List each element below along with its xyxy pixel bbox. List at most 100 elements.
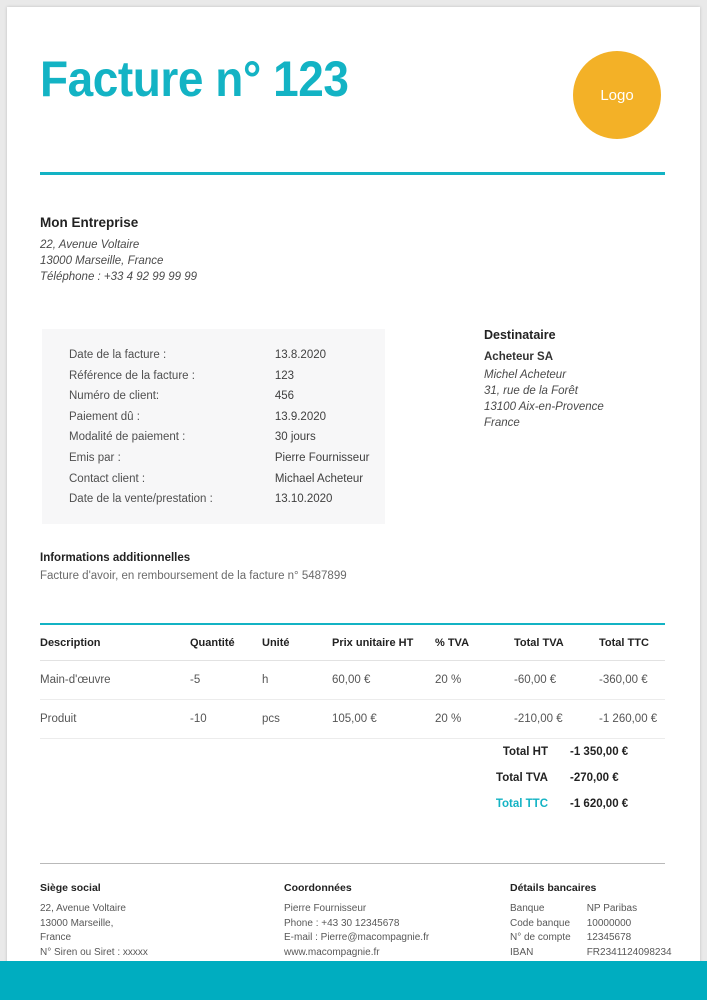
- column-header-description: Description: [40, 623, 190, 661]
- cell-quantity: -10: [190, 699, 262, 739]
- footer-website-line: www.macompagnie.fr: [284, 946, 380, 958]
- recipient-country: France: [484, 417, 520, 429]
- table-row: Date de la vente/prestation : 13.10.2020: [69, 493, 369, 514]
- table-row: Banque NP Paribas: [510, 902, 672, 917]
- meta-label: Paiement dû :: [69, 410, 140, 423]
- meta-value: 13.8.2020: [274, 349, 327, 361]
- bank-label: IBAN: [510, 946, 534, 958]
- cell-unit: h: [262, 660, 332, 700]
- table-row: Numéro de client: 456: [69, 390, 369, 411]
- recipient-block: Destinataire Acheteur SA Michel Acheteur…: [484, 328, 604, 431]
- total-row-ttc: Total TTC -1 620,00 €: [398, 798, 665, 824]
- total-ttc-label: Total TTC: [495, 798, 548, 810]
- bank-label: N° de compte: [510, 932, 571, 943]
- meta-label: Emis par :: [69, 451, 121, 464]
- bank-value: NP Paribas: [586, 903, 638, 914]
- column-header-vat-total: Total TVA: [514, 623, 599, 661]
- issuer-phone-line: Téléphone : +33 4 92 99 99 99: [40, 271, 197, 283]
- footer-contact: Coordonnées Pierre Fournisseur Phone : +…: [284, 882, 429, 960]
- bank-label: Banque: [510, 903, 545, 914]
- issuer-name: Mon Entreprise: [40, 215, 139, 230]
- cell-description: Produit: [40, 699, 190, 739]
- issuer-address-line: 22, Avenue Voltaire: [40, 239, 140, 251]
- header-divider: [40, 172, 665, 175]
- bottom-accent-bar: [0, 961, 707, 1000]
- line-items-section: Description Quantité Unité Prix unitaire…: [40, 623, 665, 739]
- issuer-address-line: 13000 Marseille, France: [40, 255, 164, 267]
- total-ttc-value: -1 620,00 €: [570, 798, 629, 810]
- bank-value: FR2341124098234: [586, 946, 672, 958]
- total-tva-value: -270,00 €: [570, 772, 619, 784]
- cell-unit: pcs: [262, 699, 332, 739]
- bank-label: Code banque: [510, 917, 571, 929]
- table-row: Référence de la facture : 123: [69, 370, 369, 391]
- column-header-unit-price: Prix unitaire HT: [332, 623, 435, 661]
- table-row: N° de compte 12345678: [510, 931, 672, 946]
- invoice-page: Facture n° 123 Logo Mon Entreprise 22, A…: [7, 7, 700, 993]
- recipient-company: Acheteur SA: [484, 351, 554, 363]
- invoice-meta-table: Date de la facture : 13.8.2020 Référence…: [69, 349, 369, 514]
- total-ht-value: -1 350,00 €: [570, 746, 629, 758]
- company-logo: Logo: [573, 51, 661, 139]
- invoice-header: Facture n° 123 Logo: [7, 7, 700, 157]
- footer-divider: [40, 863, 665, 864]
- meta-value: 30 jours: [274, 431, 316, 444]
- column-header-total-ttc: Total TTC: [599, 623, 665, 661]
- footer-line: 22, Avenue Voltaire: [40, 903, 126, 914]
- footer-heading-coordonnees: Coordonnées: [284, 882, 352, 894]
- recipient-address-line: 13100 Aix-en-Provence: [484, 401, 604, 413]
- footer-heading-siege: Siège social: [40, 882, 101, 894]
- cell-description: Main-d'œuvre: [40, 660, 190, 700]
- cell-unit-price: 60,00 €: [332, 660, 435, 700]
- meta-value: Pierre Fournisseur: [274, 451, 370, 464]
- column-header-quantity: Quantité: [190, 623, 262, 661]
- column-header-vat-rate: % TVA: [435, 623, 514, 661]
- meta-value: 13.10.2020: [274, 493, 333, 506]
- table-row: Code banque 10000000: [510, 917, 672, 932]
- recipient-contact: Michel Acheteur: [484, 369, 567, 381]
- footer-heading-bank: Détails bancaires: [510, 882, 597, 894]
- table-row: Contact client : Michael Acheteur: [69, 473, 369, 494]
- cell-vat-rate: 20 %: [435, 699, 514, 739]
- recipient-heading: Destinataire: [484, 328, 556, 342]
- additional-info-block: Informations additionnelles Facture d'av…: [40, 552, 347, 582]
- table-row: Emis par : Pierre Fournisseur: [69, 452, 369, 473]
- totals-section: Total HT -1 350,00 € Total TVA -270,00 €…: [40, 746, 665, 824]
- cell-vat-total: -60,00 €: [514, 660, 599, 700]
- line-items-table: Description Quantité Unité Prix unitaire…: [40, 623, 665, 739]
- column-header-unit: Unité: [262, 623, 332, 661]
- total-row-ht: Total HT -1 350,00 €: [398, 746, 665, 772]
- table-row: Modalité de paiement : 30 jours: [69, 431, 369, 452]
- cell-total-ttc: -1 260,00 €: [599, 699, 665, 739]
- meta-label: Modalité de paiement :: [69, 431, 186, 444]
- total-row-tva: Total TVA -270,00 €: [398, 772, 665, 798]
- bank-value: 10000000: [586, 917, 632, 929]
- meta-value: 13.9.2020: [274, 410, 327, 423]
- meta-value: 456: [274, 390, 295, 403]
- table-row: Main-d'œuvre -5 h 60,00 € 20 % -60,00 € …: [40, 660, 665, 700]
- meta-label: Date de la facture :: [69, 349, 167, 361]
- table-row: IBAN FR2341124098234: [510, 946, 672, 961]
- table-row: Paiement dû : 13.9.2020: [69, 411, 369, 432]
- meta-value: Michael Acheteur: [274, 472, 364, 485]
- meta-value: 123: [274, 369, 295, 382]
- invoice-meta-box: Date de la facture : 13.8.2020 Référence…: [42, 329, 385, 524]
- page-title: Facture n° 123: [40, 51, 349, 107]
- footer-email-line: E-mail : Pierre@macompagnie.fr: [284, 932, 430, 943]
- footer-phone-line: Phone : +43 30 12345678: [284, 917, 400, 929]
- additional-info-text: Facture d'avoir, en remboursement de la …: [40, 570, 347, 582]
- logo-label: Logo: [600, 86, 634, 104]
- total-ht-label: Total HT: [502, 746, 548, 758]
- cell-vat-rate: 20 %: [435, 660, 514, 700]
- footer-line: France: [40, 932, 72, 943]
- meta-label: Référence de la facture :: [69, 369, 195, 382]
- cell-vat-total: -210,00 €: [514, 699, 599, 739]
- total-tva-label: Total TVA: [496, 772, 548, 784]
- meta-label: Contact client :: [69, 472, 146, 485]
- cell-unit-price: 105,00 €: [332, 699, 435, 739]
- table-header-row: Description Quantité Unité Prix unitaire…: [40, 623, 665, 661]
- recipient-address-line: 31, rue de la Forêt: [484, 385, 578, 397]
- table-row: Produit -10 pcs 105,00 € 20 % -210,00 € …: [40, 699, 665, 739]
- footer-contact-name: Pierre Fournisseur: [284, 903, 367, 914]
- additional-info-heading: Informations additionnelles: [40, 552, 191, 564]
